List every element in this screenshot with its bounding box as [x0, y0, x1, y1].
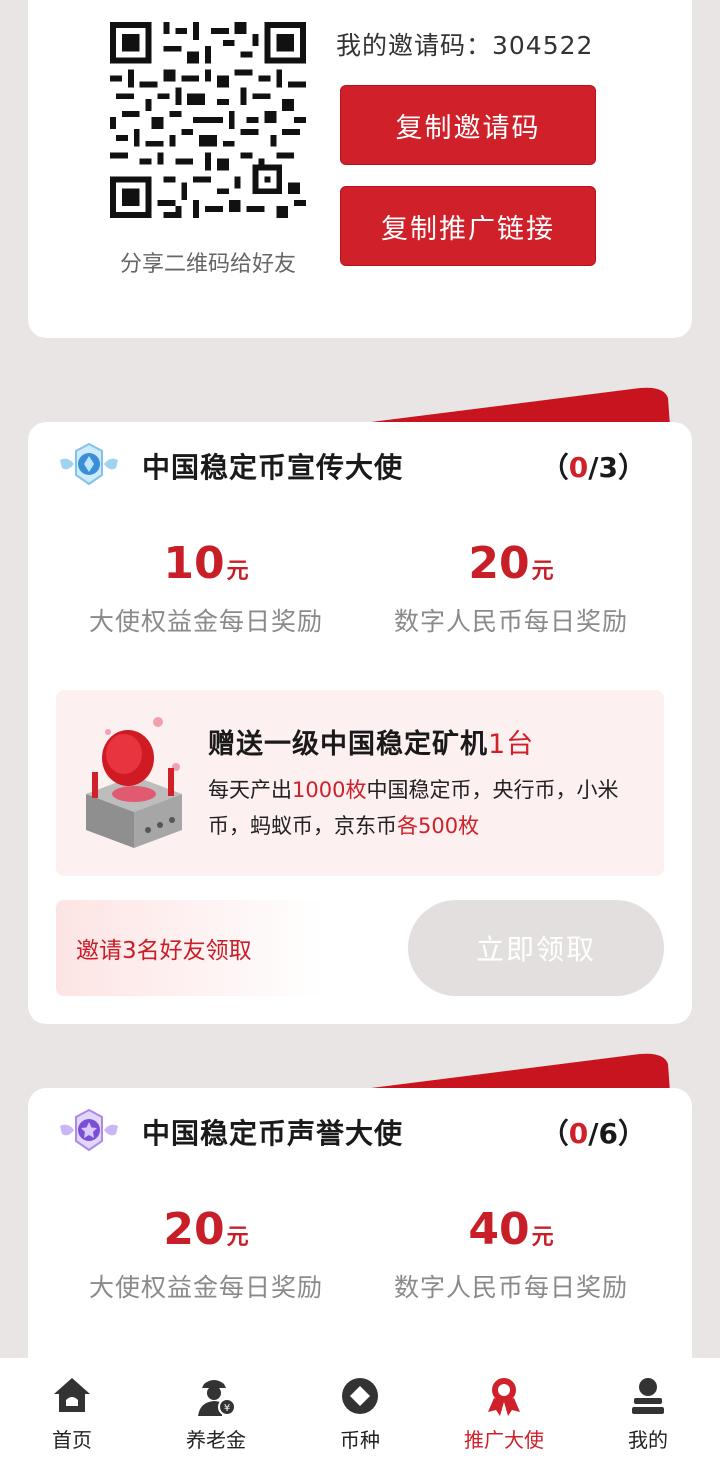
profile-icon [632, 1378, 664, 1414]
card-ribbon [340, 1053, 670, 1092]
gift-box: 赠送一级中国稳定矿机1台 每天产出1000枚中国稳定币，央行币，小米币，蚂蚁币，… [56, 690, 664, 876]
coin-icon [342, 1378, 378, 1414]
svg-text:¥: ¥ [224, 1403, 230, 1414]
miner-machine-image [86, 717, 182, 848]
gift-description: 每天产出1000枚中国稳定币，央行币，小米币，蚂蚁币，京东币各500枚 [208, 778, 619, 838]
gift-title: 赠送一级中国稳定矿机1台 [208, 729, 535, 760]
invite-progress: （0/6） [540, 1117, 646, 1150]
invite-card: 分享二维码给好友 我的邀请码：304522 复制邀请码 复制推广链接 [28, 0, 692, 338]
tab-coins[interactable]: 币种 [288, 1358, 432, 1463]
home-icon [54, 1378, 90, 1412]
copy-invite-code-button[interactable]: 复制邀请码 [340, 85, 596, 165]
invite-requirement-tip: 邀请3名好友领取 [56, 900, 326, 996]
copy-promo-link-button[interactable]: 复制推广链接 [340, 186, 596, 266]
blue-badge-icon [60, 442, 118, 486]
ambassador-title: 中国稳定币声誉大使 [142, 1117, 404, 1150]
qr-code [110, 22, 306, 218]
tab-home[interactable]: 首页 [0, 1358, 144, 1463]
reward-equity-daily: 10元 大使权益金每日奖励 [88, 538, 323, 636]
ambassador-card-promoter: 中国稳定币宣传大使 （0/3） 10元 大使权益金每日奖励 20元 数字人民币每… [28, 422, 692, 1024]
ambassador-icon [488, 1378, 520, 1416]
reward-ecny-daily: 20元 数字人民币每日奖励 [393, 538, 628, 636]
invite-code-label: 我的邀请码：304522 [336, 31, 594, 60]
reward-ecny-daily: 40元 数字人民币每日奖励 [393, 1204, 628, 1302]
purple-badge-icon [60, 1108, 118, 1152]
bottom-nav: 首页 ¥ 养老金 币种 推广大使 我的 [0, 1358, 720, 1463]
ambassador-title: 中国稳定币宣传大使 [142, 451, 404, 484]
tab-ambassador[interactable]: 推广大使 [432, 1358, 576, 1463]
card-ribbon [340, 387, 670, 426]
invite-progress: （0/3） [540, 451, 646, 484]
qr-caption: 分享二维码给好友 [119, 252, 296, 277]
reward-equity-daily: 20元 大使权益金每日奖励 [88, 1204, 323, 1302]
tab-pension[interactable]: ¥ 养老金 [144, 1358, 288, 1463]
pension-icon: ¥ [198, 1380, 236, 1416]
tab-profile[interactable]: 我的 [576, 1358, 720, 1463]
claim-now-button[interactable]: 立即领取 [408, 900, 664, 996]
